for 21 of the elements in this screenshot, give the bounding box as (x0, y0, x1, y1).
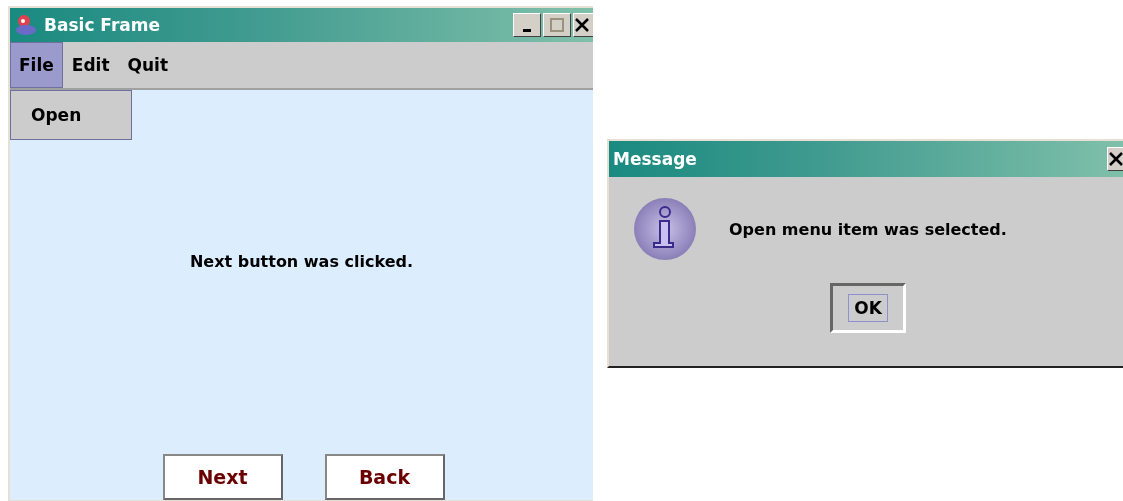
menu[interactable]: Edit (62, 42, 119, 88)
nav-button[interactable]: Back (324, 454, 445, 500)
minimize-icon (523, 29, 531, 32)
message-text: Open menu item was selected. (729, 219, 1007, 239)
info-icon (633, 197, 697, 261)
dialog-title: Message (613, 149, 697, 169)
nav-button[interactable]: Next (162, 454, 283, 500)
menu[interactable]: File (10, 42, 63, 88)
menu-item[interactable]: Open (11, 91, 131, 139)
maximize-button[interactable] (543, 13, 571, 37)
status-text: Next button was clicked. (189, 252, 414, 271)
close-button[interactable] (573, 13, 593, 37)
maximize-icon (550, 18, 564, 32)
ok-button[interactable]: OK (830, 283, 906, 333)
app-logo-icon (14, 13, 38, 37)
close-icon (1108, 151, 1123, 167)
minimize-button[interactable] (513, 13, 541, 37)
close-button[interactable] (1107, 147, 1123, 171)
window-title: Basic Frame (44, 15, 160, 35)
close-icon (574, 17, 590, 33)
menu[interactable]: Quit (118, 42, 178, 88)
